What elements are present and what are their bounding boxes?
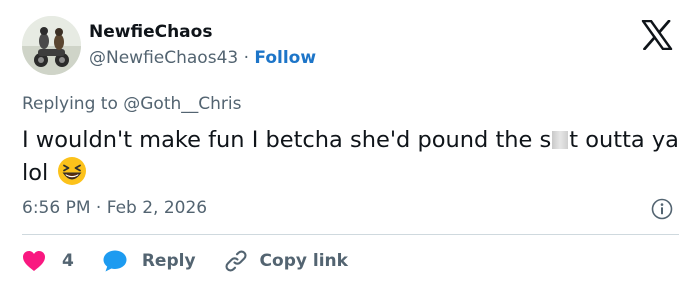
like-count: 4 — [62, 251, 74, 271]
replying-to-prefix: Replying to — [22, 94, 118, 114]
author-name[interactable]: NewfieChaos — [89, 22, 212, 42]
tweet-text: I wouldn't make fun I betcha she'd pound… — [22, 124, 682, 195]
action-bar: 4 Reply Copy link — [22, 248, 348, 274]
motorcycle-avatar-icon — [22, 16, 81, 75]
x-logo-icon[interactable] — [641, 19, 673, 51]
reply-label: Reply — [141, 251, 196, 271]
reply-target-handle[interactable]: @Goth__Chris — [123, 94, 241, 114]
handle-separator: · — [243, 48, 250, 68]
reply-bubble-icon — [103, 250, 127, 272]
reply-button[interactable]: Reply — [102, 249, 196, 273]
tweet-date[interactable]: Feb 2, 2026 — [107, 198, 207, 218]
author-handle[interactable]: @NewfieChaos43 — [89, 48, 238, 68]
replying-to: Replying to @Goth__Chris — [22, 94, 241, 114]
author-handle-line: @NewfieChaos43 · Follow — [89, 48, 316, 68]
divider — [22, 234, 679, 235]
like-button[interactable]: 4 — [22, 250, 74, 272]
info-icon[interactable] — [651, 198, 673, 220]
avatar[interactable] — [22, 16, 81, 75]
copy-link-label: Copy link — [259, 251, 348, 271]
link-icon — [225, 250, 247, 272]
timestamp-separator: · — [95, 198, 102, 218]
grinning-squinting-face-emoji — [57, 156, 87, 195]
tweet-text-before-censor: I wouldn't make fun I betcha she'd pound… — [22, 127, 552, 153]
follow-button[interactable]: Follow — [254, 48, 316, 68]
censor-block — [552, 131, 569, 149]
heart-icon — [23, 251, 45, 271]
copy-link-button[interactable]: Copy link — [224, 249, 348, 273]
tweet-timestamp[interactable]: 6:56 PM · Feb 2, 2026 — [22, 198, 207, 218]
tweet-time[interactable]: 6:56 PM — [22, 198, 91, 218]
